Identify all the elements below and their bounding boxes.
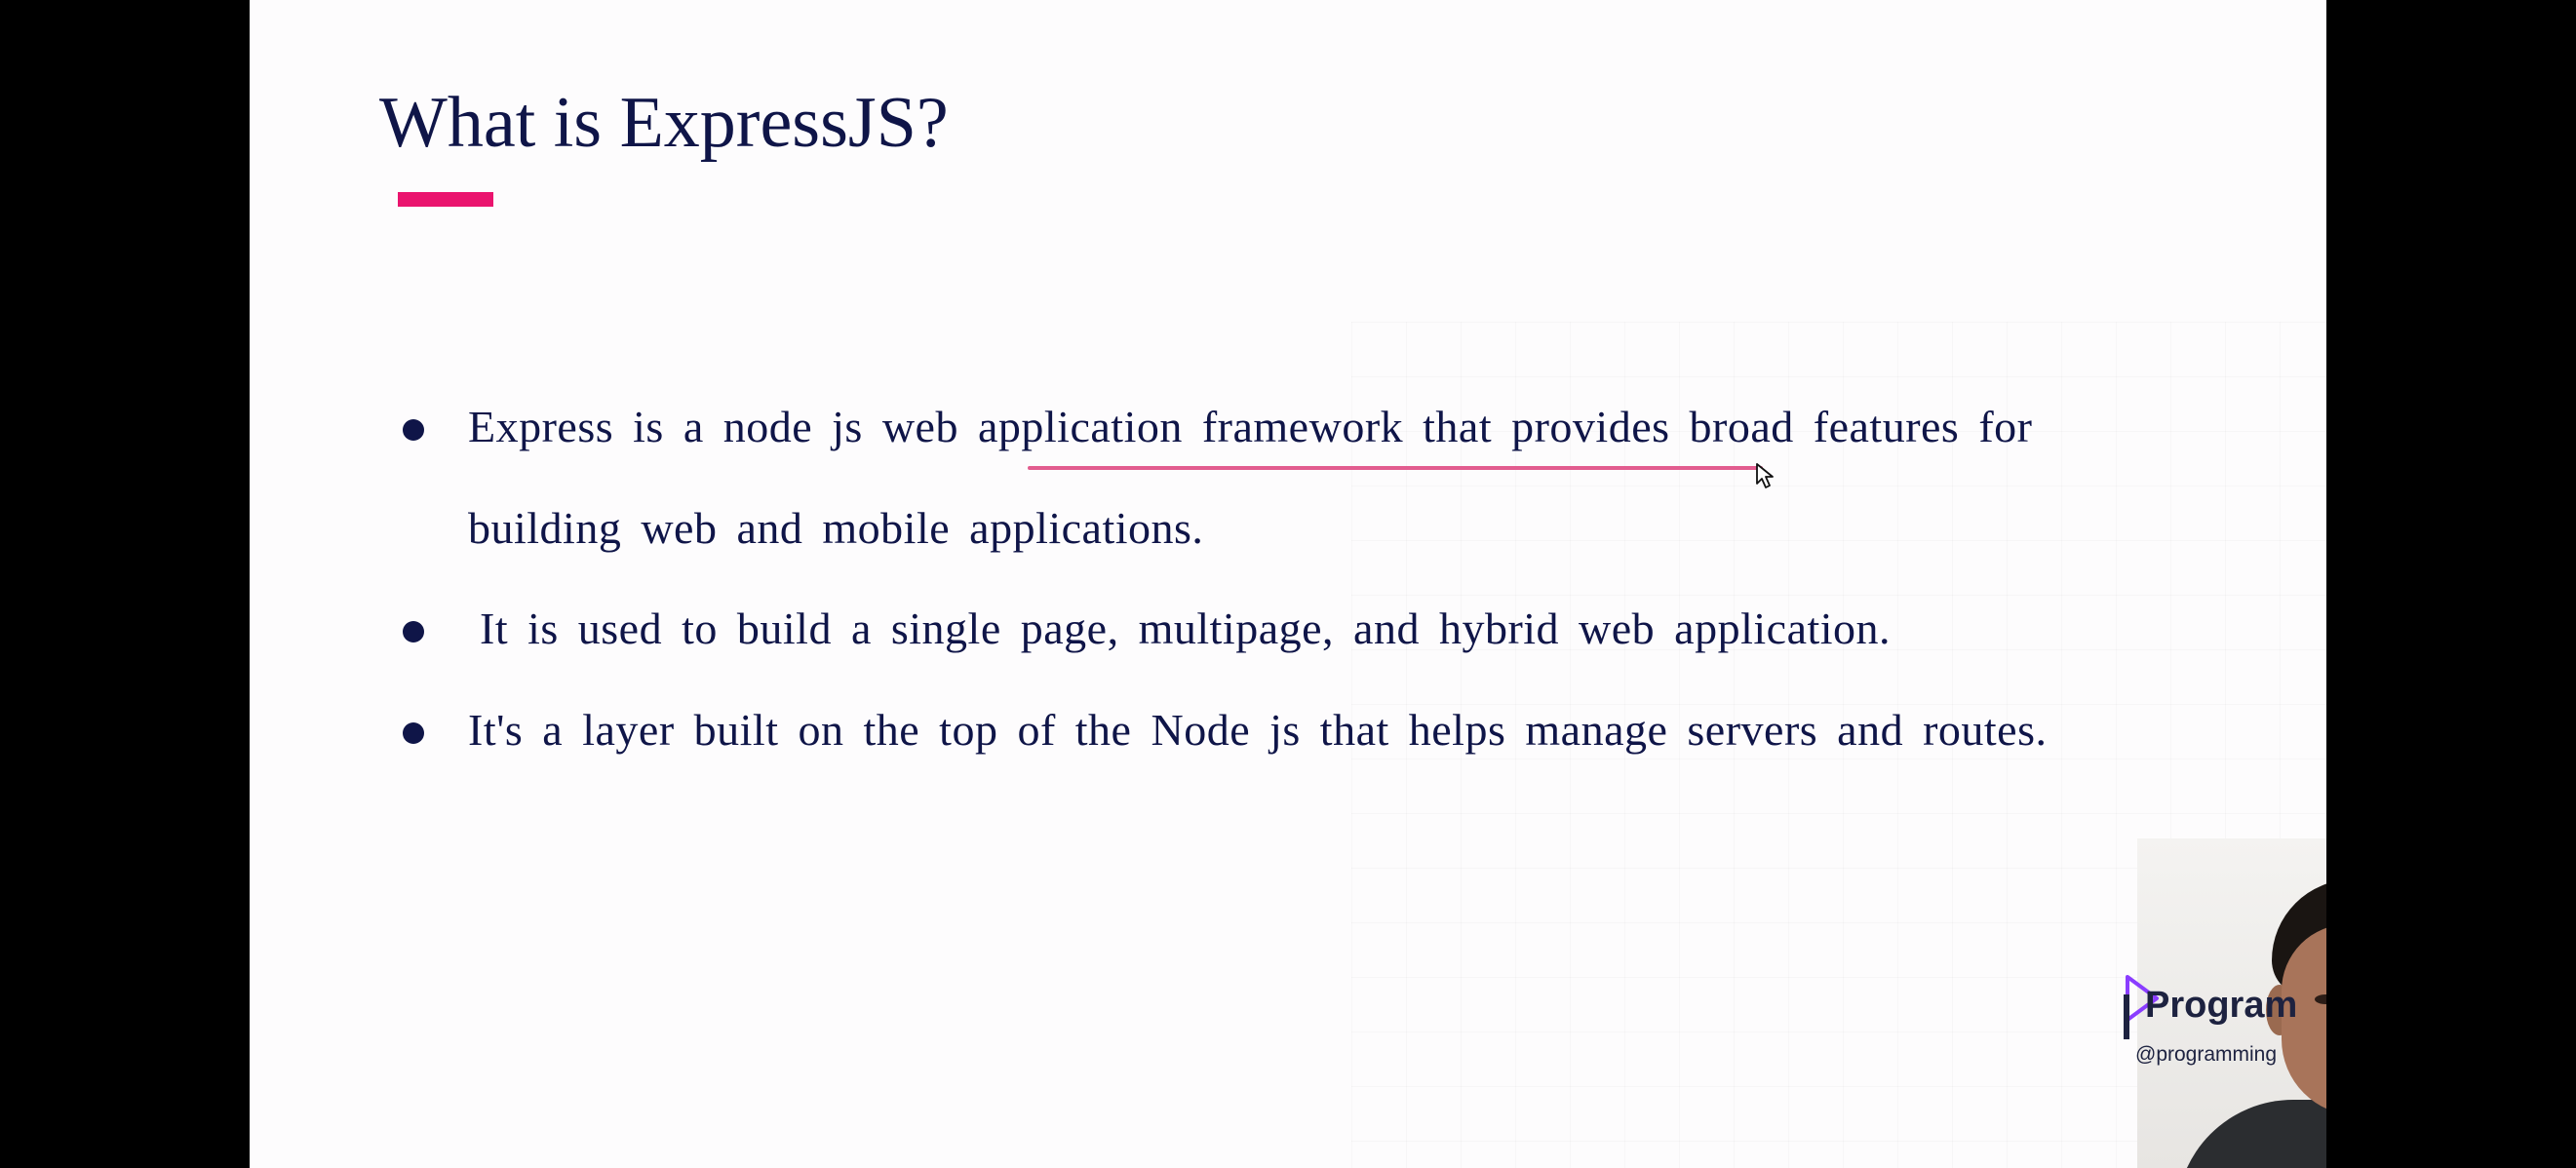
pen-annotation-underline	[1028, 466, 1763, 470]
bullet-dot	[403, 621, 424, 642]
presentation-slide: What is ExpressJS? Express is a node js …	[250, 0, 2326, 1168]
logo-handle: @programming	[2135, 1043, 2278, 1066]
presenter-shirt	[2176, 1100, 2326, 1168]
bullet-dot	[403, 722, 424, 744]
video-frame: What is ExpressJS? Express is a node js …	[0, 0, 2576, 1168]
bullet-list: Express is a node js web application fra…	[250, 0, 2326, 1168]
hand-pointer-icon	[1756, 463, 1774, 488]
logo-name: Program	[2145, 985, 2298, 1026]
bullet-text-line: Express is a node js web application fra…	[468, 402, 2033, 451]
bullet-text-line: building web and mobile applications.	[468, 503, 1204, 553]
bullet-text-line: It's a layer built on the top of the Nod…	[468, 705, 2048, 755]
channel-logo: Program @programming	[2122, 971, 2307, 1072]
bullet-dot	[403, 419, 424, 441]
bullet-text-line: It is used to build a single page, multi…	[480, 603, 1892, 653]
